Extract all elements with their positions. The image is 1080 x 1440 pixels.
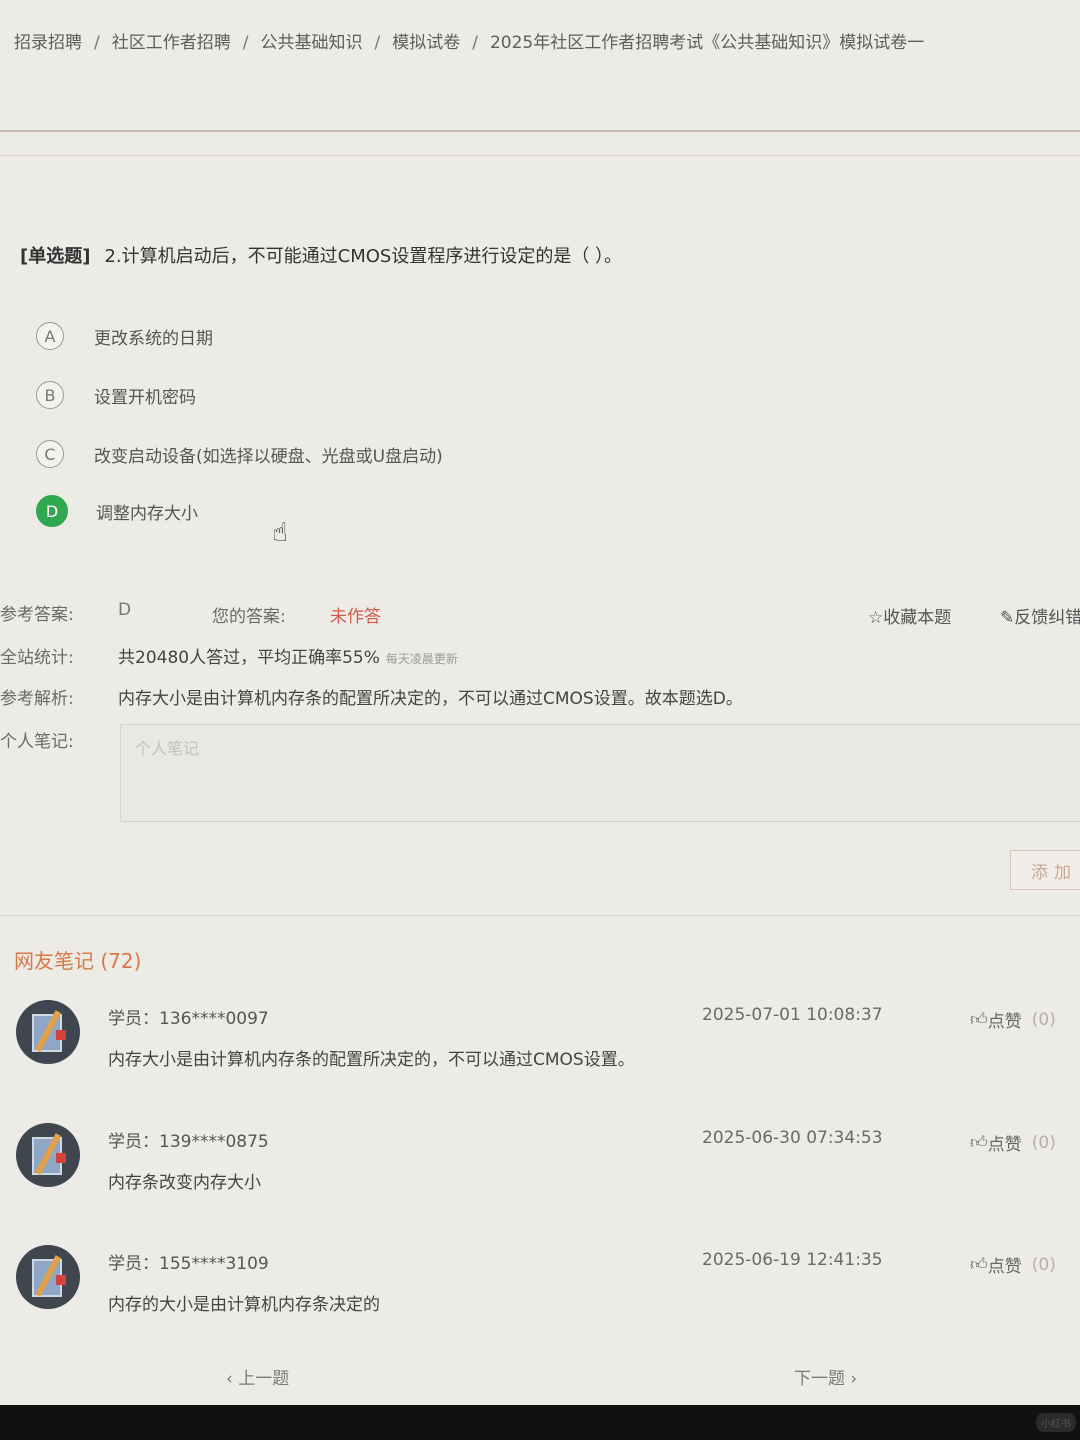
question-type: [单选题] [20,246,91,267]
option-c-text: 改变启动设备(如选择以硬盘、光盘或U盘启动) [94,446,443,467]
comment-time: 2025-07-01 10:08:37 [702,1005,883,1025]
star-icon: ☆ [868,608,884,628]
option-b-text: 设置开机密码 [94,387,196,408]
breadcrumb-item-public-knowledge[interactable]: 公共基础知识 [260,33,362,53]
favorite-label: 收藏本题 [883,608,952,628]
prev-question-label: 上一题 [238,1369,290,1389]
breadcrumb-item-current-exam: 2025年社区工作者招聘考试《公共基础知识》模拟试卷一 [489,33,925,53]
comment-user: 学员：136****0097 [108,1009,269,1029]
breadcrumb-item-mock-exam[interactable]: 模拟试卷 [392,33,460,53]
comment-text: 内存大小是由计算机内存条的配置所决定的，不可以通过CMOS设置。 [108,1050,635,1070]
comment-text: 内存的大小是由计算机内存条决定的 [108,1295,380,1315]
like-button[interactable]: 👍︎ 点赞 (0) [970,1252,1056,1278]
like-label: 点赞 [987,1135,1022,1155]
prev-question-button[interactable]: ‹ 上一题 [226,1364,289,1389]
question-text: 2.计算机启动后，不可能通过CMOS设置程序进行设定的是（ ）。 [104,246,623,267]
ref-answer-value: D [118,600,132,620]
stats-note: 每天凌晨更新 [385,652,458,666]
like-button[interactable]: 👍︎ 点赞 (0) [970,1130,1056,1156]
breadcrumb-separator: / [374,33,381,53]
thumbs-up-icon: 👍︎ [970,1133,988,1153]
header-divider [0,130,1080,132]
personal-note-label: 个人笔记: [0,732,74,752]
your-answer-value: 未作答 [330,607,381,627]
chevron-right-icon: › [845,1369,858,1389]
option-d[interactable]: D 调整内存大小 [36,493,198,529]
option-c[interactable]: C 改变启动设备(如选择以硬盘、光盘或U盘启动) [36,436,443,472]
option-d-letter: D [36,495,68,527]
option-a-letter: A [36,322,64,350]
breadcrumb-item-community-worker[interactable]: 社区工作者招聘 [112,33,231,53]
personal-note-input[interactable] [120,724,1080,822]
like-count: (0) [1031,1254,1056,1275]
analysis-label: 参考解析: [0,689,74,709]
like-button[interactable]: 👍︎ 点赞 (0) [970,1007,1056,1033]
like-count: (0) [1031,1009,1056,1030]
option-a[interactable]: A 更改系统的日期 [36,318,213,354]
screen-bezel [0,1405,1080,1440]
option-a-text: 更改系统的日期 [94,328,213,349]
favorite-button[interactable]: ☆收藏本题 [868,603,951,628]
notes-title-text: 网友笔记 [14,949,94,973]
chevron-left-icon: ‹ [226,1369,239,1389]
watermark: 小红书 [1036,1413,1076,1432]
header-divider-secondary [0,155,1080,156]
your-answer-label: 您的答案: [212,607,286,627]
community-notes-title: 网友笔记 (72) [14,945,141,974]
next-question-label: 下一题 [794,1369,845,1389]
feedback-label: 反馈纠错 [1014,608,1080,628]
thumbs-up-icon: 👍︎ [970,1010,988,1030]
comment-user: 学员：139****0875 [108,1132,269,1152]
like-label: 点赞 [987,1257,1022,1277]
avatar [16,1123,80,1187]
breadcrumb: 招录招聘 / 社区工作者招聘 / 公共基础知识 / 模拟试卷 / 2025年社区工作者招聘考试《… [14,28,924,53]
add-note-button[interactable]: 添加 [1010,850,1080,890]
stats-value: 共20480人答过，平均正确率55% [118,648,380,668]
option-b[interactable]: B 设置开机密码 [36,377,196,413]
option-c-letter: C [36,440,64,468]
stats-label: 全站统计: [0,648,74,668]
question-stem: [单选题] 2.计算机启动后，不可能通过CMOS设置程序进行设定的是（ ）。 [20,242,622,268]
hand-cursor-icon: ☝ [272,518,288,548]
like-count: (0) [1031,1132,1056,1153]
comment-time: 2025-06-30 07:34:53 [702,1128,883,1148]
stats-value-row: 共20480人答过，平均正确率55% 每天凌晨更新 [118,643,458,668]
pencil-icon: ✎ [1000,608,1015,628]
analysis-value: 内存大小是由计算机内存条的配置所决定的，不可以通过CMOS设置。故本题选D。 [118,689,743,709]
breadcrumb-separator: / [472,33,478,53]
breadcrumb-separator: / [242,33,249,53]
section-divider [0,915,1080,916]
notes-count: (72) [100,949,142,973]
avatar [16,1245,80,1309]
ref-answer-label: 参考答案: [0,605,74,625]
breadcrumb-separator: / [94,33,100,53]
avatar [16,1000,80,1064]
breadcrumb-item-recruitment[interactable]: 招录招聘 [14,33,82,53]
next-question-button[interactable]: 下一题 › [794,1364,857,1389]
feedback-button[interactable]: ✎反馈纠错 [1000,603,1080,628]
comment-user: 学员：155****3109 [108,1254,269,1274]
comment-text: 内存条改变内存大小 [108,1173,261,1193]
option-d-text: 调整内存大小 [96,503,198,524]
thumbs-up-icon: 👍︎ [970,1255,988,1275]
comment-time: 2025-06-19 12:41:35 [702,1250,883,1270]
option-b-letter: B [36,381,64,409]
like-label: 点赞 [987,1012,1022,1032]
